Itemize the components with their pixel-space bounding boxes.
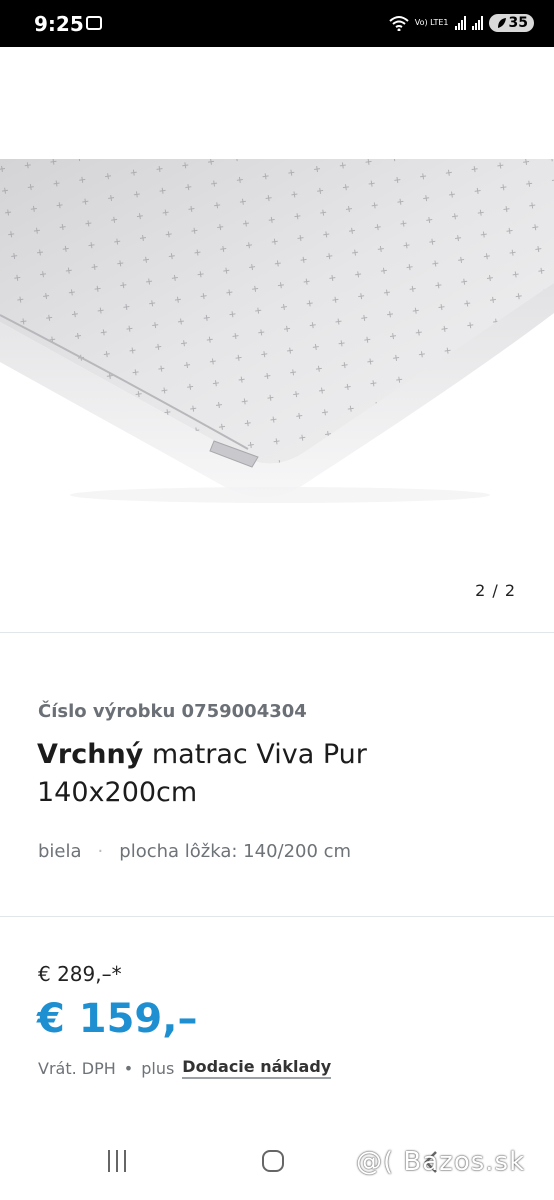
attr-separator: · [97,841,104,862]
product-title-bold: Vrchný [37,739,144,770]
home-icon[interactable] [262,1150,284,1172]
status-time: 9:25 [34,12,84,36]
product-attributes: biela · plocha lôžka: 140/200 cm [38,841,351,862]
signal-icon-2 [471,16,483,30]
attr-color: biela [38,841,82,862]
status-icons: Vo) LTE1 35 [389,14,534,32]
attr-size: plocha lôžka: 140/200 cm [119,841,352,862]
screenshot-icon [86,16,102,30]
vat-info: Vrát. DPH • plus Dodacie náklady [38,1057,332,1079]
status-bar: 9:25 Vo) LTE1 35 [0,0,554,47]
old-price: € 289,–* [38,962,122,986]
divider-2 [0,916,554,917]
product-image-gallery[interactable] [0,47,554,632]
battery-leaf-icon [497,18,506,28]
vat-bullet: • [123,1058,134,1078]
product-code: Číslo výrobku 0759004304 [38,701,307,722]
new-price: € 159,– [37,996,198,1042]
mattress-image [0,159,554,503]
signal-icon [454,16,466,30]
recents-icon[interactable] [108,1150,126,1172]
watermark-logo: @( Bazos.sk [356,1147,526,1177]
shipping-costs-link[interactable]: Dodacie náklady [182,1057,332,1079]
product-title: Vrchný matrac Viva Pur 140x200cm [37,736,477,812]
plus-label: plus [141,1058,175,1078]
battery-badge: 35 [488,14,534,32]
battery-level: 35 [508,15,528,31]
wifi-icon [389,16,409,31]
gallery-counter: 2 / 2 [475,581,516,600]
vat-label: Vrát. DPH [38,1058,116,1078]
divider [0,632,554,633]
network-label: Vo) LTE1 [414,18,449,27]
